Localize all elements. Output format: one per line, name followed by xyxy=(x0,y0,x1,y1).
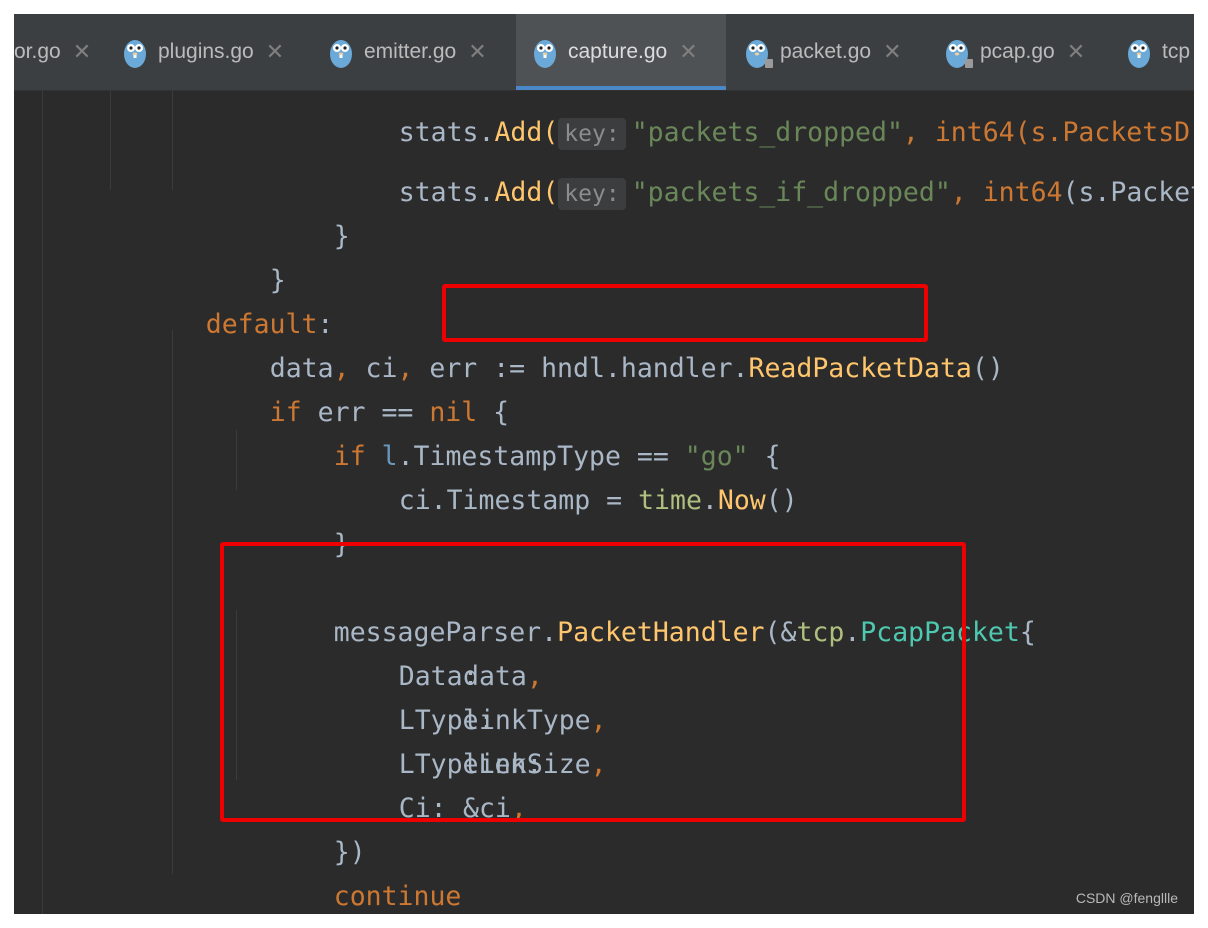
code-line: } xyxy=(269,265,286,296)
close-icon[interactable]: ✕ xyxy=(73,39,91,65)
code-line: LTypeLen: linkSize, xyxy=(398,749,607,780)
indent-guide xyxy=(172,90,173,190)
code-area[interactable]: stats.Add(key: "packets_dropped", int64(s… xyxy=(14,90,1194,914)
code-line: continue xyxy=(333,881,462,912)
indent-guide xyxy=(236,610,237,780)
tab-or-go[interactable]: or.go ✕ xyxy=(14,14,110,90)
tab-label: pcap.go xyxy=(980,40,1055,63)
gopher-icon xyxy=(328,35,354,69)
code-line: data, ci, err := hndl.handler.ReadPacket… xyxy=(269,353,1004,384)
tab-label: plugins.go xyxy=(158,40,254,63)
lock-icon xyxy=(965,59,973,68)
close-icon[interactable]: ✕ xyxy=(266,39,284,65)
code-editor[interactable]: or.go ✕ plugins.go ✕ emitter.go ✕ captur… xyxy=(14,14,1194,914)
code-line: stats.Add(key: "packets_dropped", int64(s… xyxy=(398,117,1194,150)
gopher-icon xyxy=(1126,35,1152,69)
tab-label: capture.go xyxy=(568,40,668,63)
gopher-icon xyxy=(122,35,148,69)
code-line: } xyxy=(333,529,350,560)
code-line: } xyxy=(174,875,286,914)
parameter-hint: key: xyxy=(558,178,626,210)
code-line: }) xyxy=(333,837,366,868)
tab-emitter-go[interactable]: emitter.go ✕ xyxy=(328,14,518,90)
close-icon[interactable]: ✕ xyxy=(468,39,486,65)
code-line: if err == nil { xyxy=(269,397,510,428)
code-line: Data: data, xyxy=(398,661,543,692)
indent-guide xyxy=(172,330,173,874)
watermark: CSDN @fengllle xyxy=(1075,890,1178,906)
code-line: ci.Timestamp = time.Now() xyxy=(398,485,798,516)
code-line: Ci: &ci, xyxy=(398,793,527,824)
tab-label: packet.go xyxy=(780,40,872,63)
indent-guide xyxy=(110,90,111,190)
gopher-icon xyxy=(532,35,558,69)
code-line: default: xyxy=(205,309,334,340)
lock-icon xyxy=(765,59,773,68)
tab-label: emitter.go xyxy=(364,40,457,63)
close-icon[interactable]: ✕ xyxy=(679,39,697,65)
gopher-lock-icon xyxy=(944,35,973,69)
code-line: LType: linkType, xyxy=(398,705,607,736)
code-line: messageParser.PacketHandler(&tcp.PcapPac… xyxy=(333,617,1036,648)
tab-plugins-go[interactable]: plugins.go ✕ xyxy=(122,14,310,90)
tab-label: or.go xyxy=(14,40,61,63)
editor-tab-bar: or.go ✕ plugins.go ✕ emitter.go ✕ captur… xyxy=(14,14,1194,91)
close-icon[interactable]: ✕ xyxy=(1067,39,1085,65)
tab-capture-go[interactable]: capture.go ✕ xyxy=(516,14,726,90)
tab-pcap-go[interactable]: pcap.go ✕ xyxy=(944,14,1110,90)
code-line: } xyxy=(333,221,350,252)
close-icon[interactable]: ✕ xyxy=(883,39,901,65)
tab-tcp[interactable]: tcp xyxy=(1126,14,1194,90)
gopher-lock-icon xyxy=(744,35,773,69)
tab-label: tcp xyxy=(1162,40,1191,63)
indent-guide xyxy=(42,90,43,914)
code-line: if l.TimestampType == "go" { xyxy=(333,441,781,472)
tab-packet-go[interactable]: packet.go ✕ xyxy=(744,14,920,90)
code-line: stats.Add(key: "packets_if_dropped", int6… xyxy=(398,177,1194,210)
